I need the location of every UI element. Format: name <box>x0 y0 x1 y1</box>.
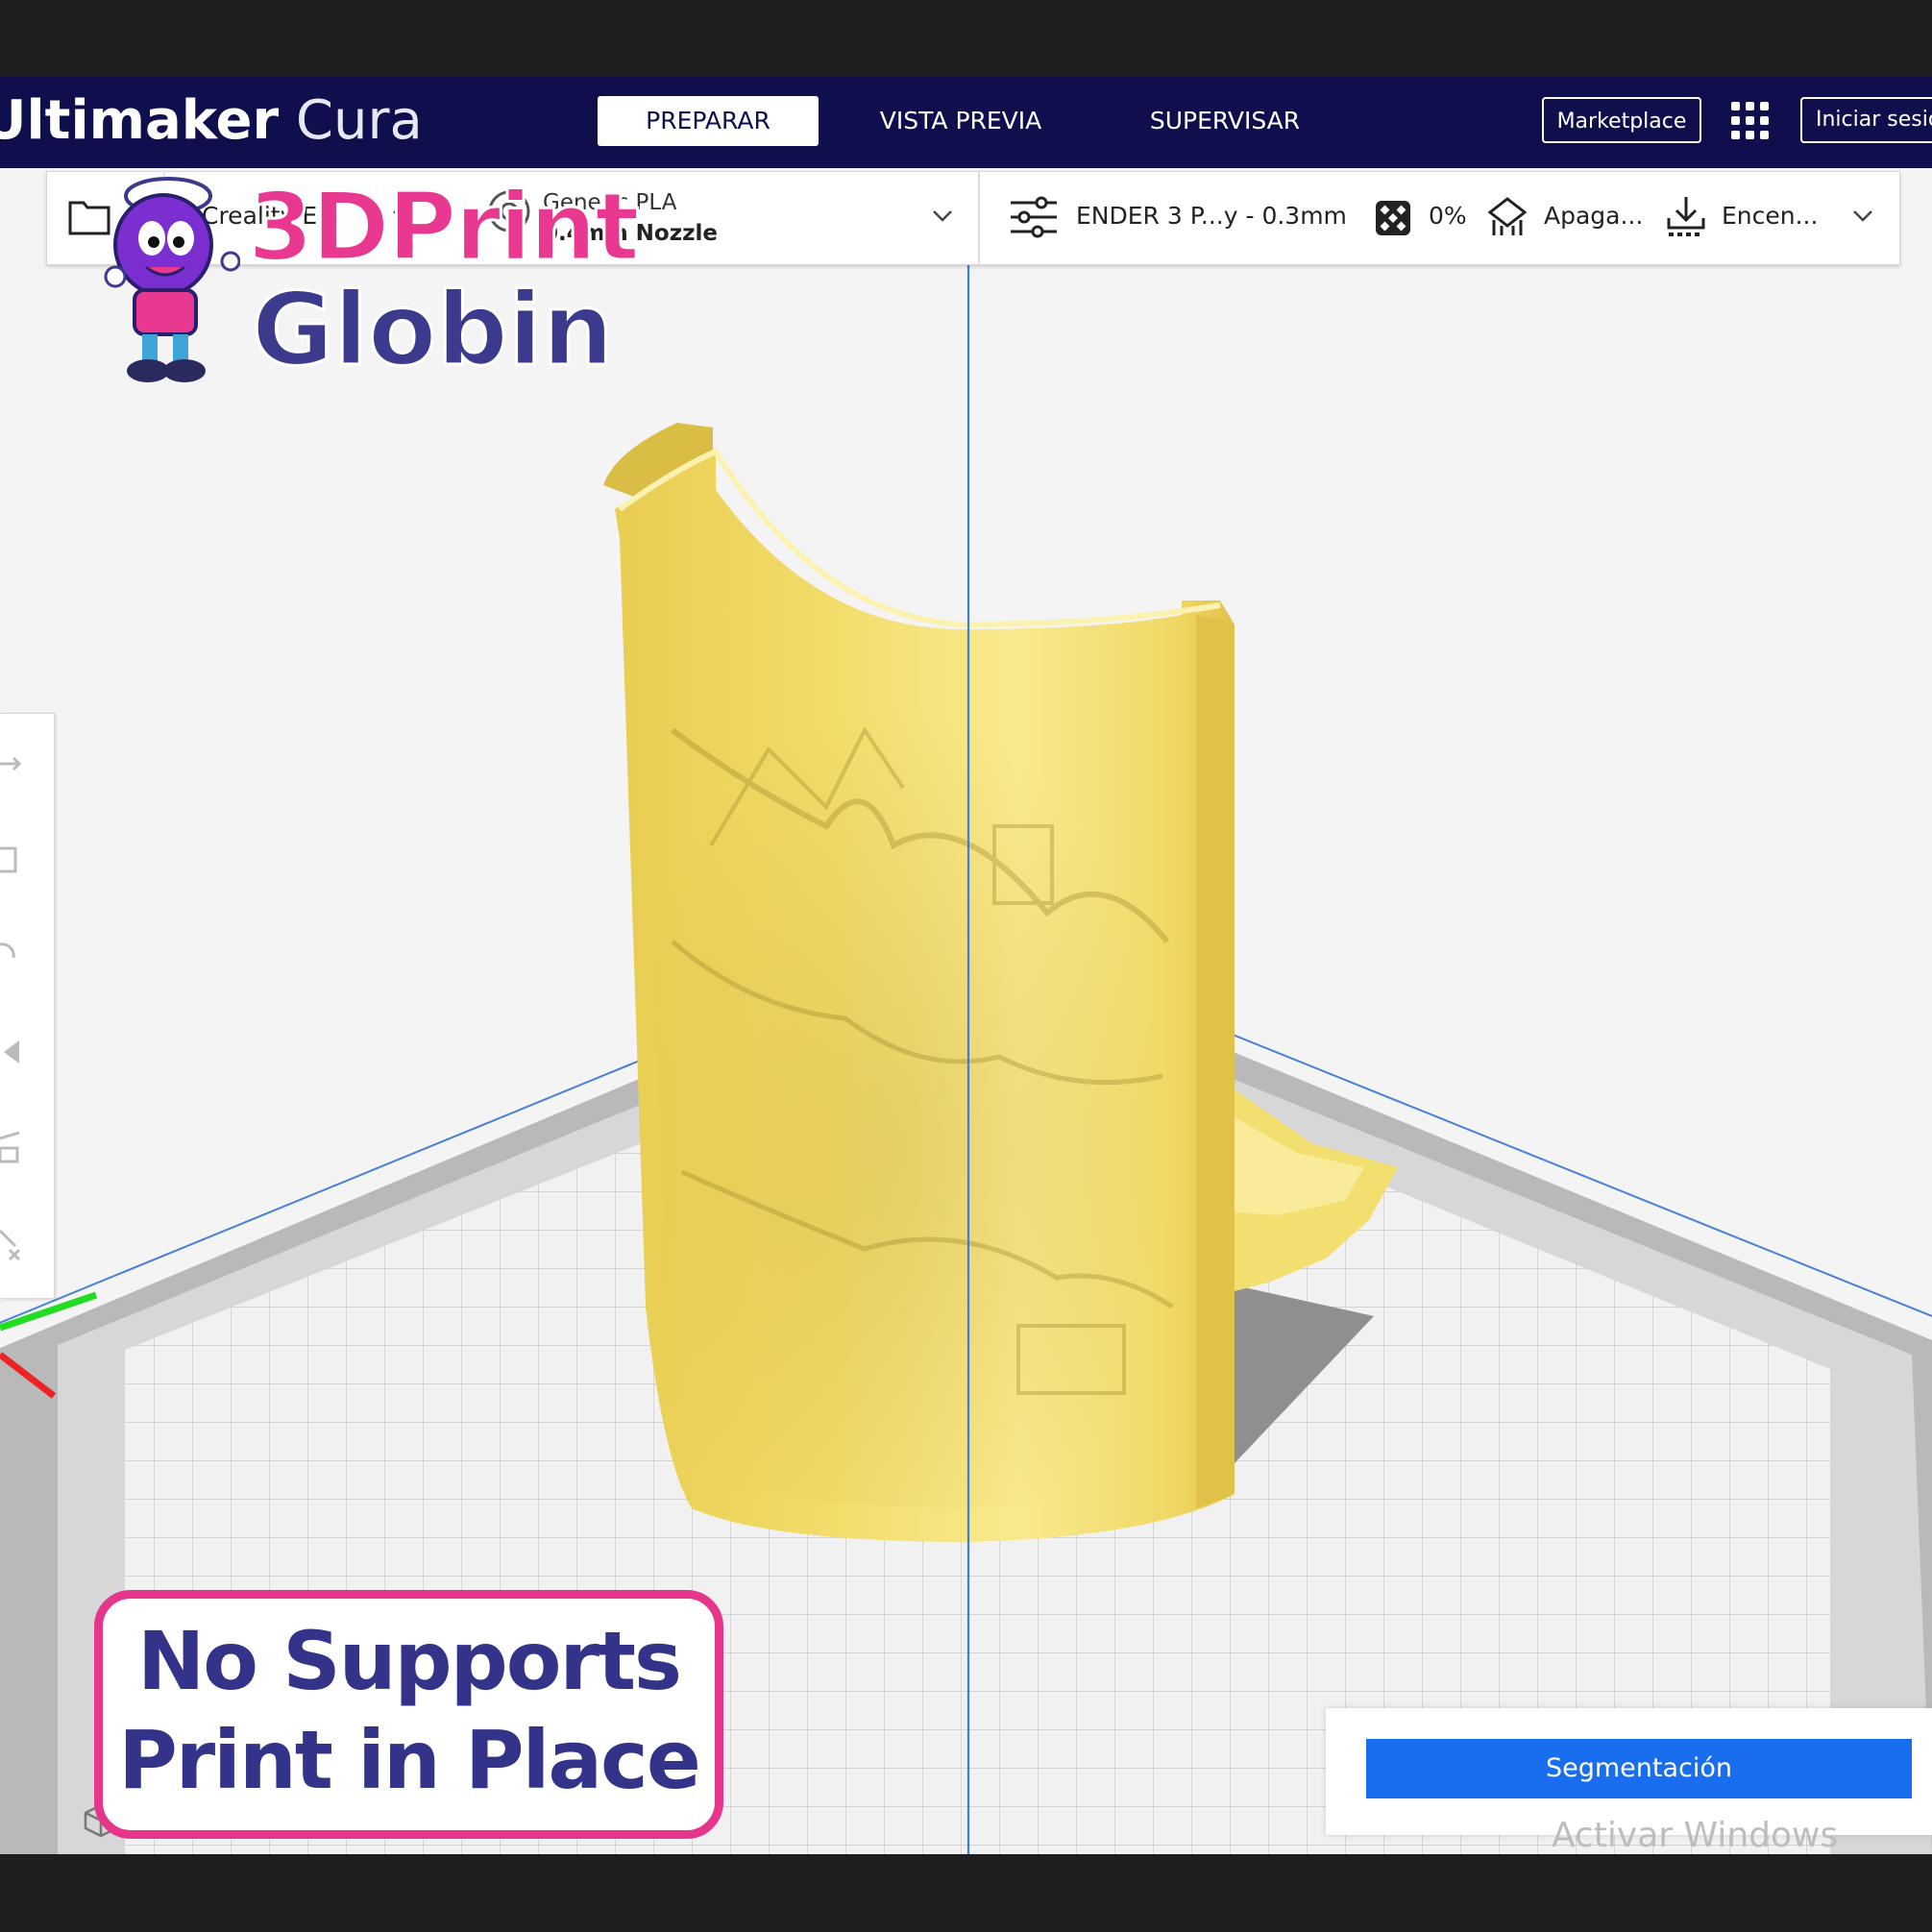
support-blocker-icon[interactable] <box>0 1225 29 1263</box>
logo-globin: Globin <box>251 270 616 390</box>
adhesion-icon <box>1667 197 1705 236</box>
support-value[interactable]: Apaga... <box>1544 202 1643 230</box>
apps-grid-icon[interactable] <box>1729 100 1772 142</box>
profile-selector[interactable]: ENDER 3 P...y - 0.3mm <box>1076 202 1347 230</box>
settings-sliders-icon[interactable] <box>1009 195 1059 239</box>
move-tool-icon[interactable] <box>0 745 29 783</box>
rotate-tool-icon[interactable] <box>0 937 29 975</box>
scale-tool-icon[interactable] <box>0 841 29 879</box>
infill-value[interactable]: 0% <box>1429 202 1467 230</box>
app-logo: Ultimaker Cura <box>0 83 423 159</box>
tab-preview[interactable]: VISTA PREVIA <box>850 96 1071 146</box>
chevron-down-icon[interactable] <box>1852 209 1873 223</box>
globin-mascot-icon <box>104 177 240 382</box>
lithophane-relief <box>639 615 1196 1508</box>
windows-activation-watermark: Activar Windows <box>1552 1816 1839 1855</box>
adhesion-value[interactable]: Encen... <box>1722 202 1818 230</box>
bottom-letterbox <box>0 1854 1932 1932</box>
tab-monitor[interactable]: SUPERVISAR <box>1114 96 1335 146</box>
brand-light: Cura <box>279 89 423 152</box>
per-model-settings-icon[interactable] <box>0 1129 29 1167</box>
cylinder-edge <box>1196 615 1235 1508</box>
slice-button[interactable]: Segmentación <box>1366 1739 1912 1798</box>
infill-icon <box>1376 201 1410 235</box>
support-icon <box>1487 197 1528 235</box>
toolbar-divider <box>978 171 980 263</box>
sign-in-button[interactable]: Iniciar sesión <box>1800 97 1932 143</box>
badge-line-no-supports: No Supports <box>136 1614 682 1708</box>
marketplace-button[interactable]: Marketplace <box>1542 97 1701 143</box>
chevron-down-icon[interactable] <box>932 209 953 223</box>
brand-bold: Ultimaker <box>0 89 280 152</box>
tab-prepare[interactable]: PREPARAR <box>598 96 819 146</box>
transform-tools-panel <box>0 713 55 1299</box>
logo-3dprint: 3DPrint <box>247 172 642 284</box>
badge-line-print-in-place: Print in Place <box>118 1713 701 1807</box>
mirror-tool-icon[interactable] <box>0 1033 29 1071</box>
